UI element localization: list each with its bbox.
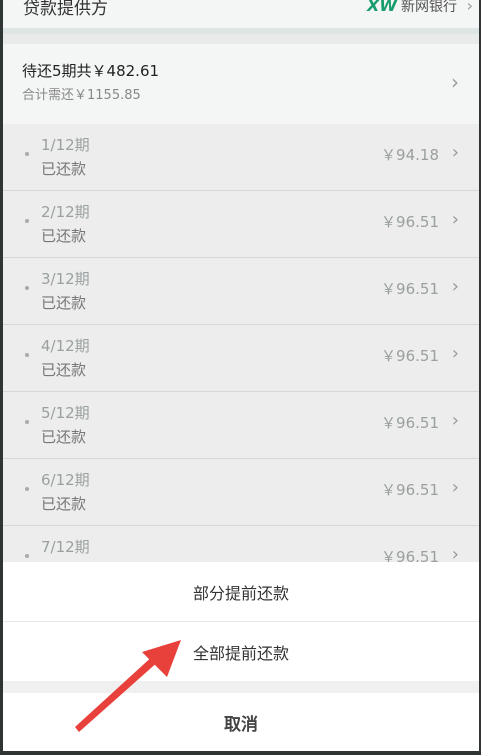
installment-list: 1/12期 已还款 ￥94.18 › 2/12期 已还款 ￥96.51 › 3/… [3, 124, 479, 593]
repayment-summary[interactable]: 待还5期共￥482.61 合计需还￥1155.85 › [3, 44, 479, 125]
bullet-dot-icon [25, 219, 29, 223]
installment-row[interactable]: 3/12期 已还款 ￥96.51 › [3, 258, 479, 325]
left-edge [0, 0, 3, 755]
installment-status: 已还款 [41, 294, 87, 312]
installment-period: 4/12期 [41, 337, 90, 355]
installment-row[interactable]: 5/12期 已还款 ￥96.51 › [3, 392, 479, 459]
installment-amount: ￥96.51 [381, 481, 439, 499]
chevron-right-icon: › [451, 343, 459, 364]
installment-period: 3/12期 [41, 270, 90, 288]
installment-status: 已还款 [41, 361, 87, 379]
bullet-dot-icon [25, 554, 29, 558]
loan-provider-row[interactable]: 贷款提供方 XW 新网银行 › [3, 0, 479, 34]
installment-status: 已还款 [41, 227, 87, 245]
installment-status: 已还款 [41, 495, 87, 513]
installment-row[interactable]: 1/12期 已还款 ￥94.18 › [3, 124, 479, 191]
bullet-dot-icon [25, 487, 29, 491]
full-early-repayment-button[interactable]: 全部提前还款 [3, 622, 479, 681]
installment-period: 6/12期 [41, 471, 90, 489]
xinwang-bank-logo: XW [367, 0, 397, 15]
bullet-dot-icon [25, 152, 29, 156]
installment-row[interactable]: 4/12期 已还款 ￥96.51 › [3, 325, 479, 392]
provider-label: 贷款提供方 [23, 0, 108, 19]
provider-name: 新网银行 [401, 0, 457, 15]
installment-amount: ￥96.51 [381, 280, 439, 298]
chevron-right-icon: › [451, 276, 459, 297]
installment-period: 5/12期 [41, 404, 90, 422]
installment-period: 2/12期 [41, 203, 90, 221]
bullet-dot-icon [25, 353, 29, 357]
installment-period: 1/12期 [41, 136, 90, 154]
cancel-button[interactable]: 取消 [3, 693, 479, 751]
chevron-right-icon: › [451, 70, 459, 94]
sheet-divider [3, 681, 479, 693]
chevron-right-icon: › [466, 0, 473, 15]
installment-amount: ￥96.51 [381, 414, 439, 432]
bullet-dot-icon [25, 420, 29, 424]
installment-amount: ￥94.18 [381, 146, 439, 164]
chevron-right-icon: › [451, 410, 459, 431]
app-screen: 贷款提供方 XW 新网银行 › 待还5期共￥482.61 合计需还￥1155.85… [0, 0, 481, 755]
installment-status: 已还款 [41, 160, 87, 178]
installment-row[interactable]: 6/12期 已还款 ￥96.51 › [3, 459, 479, 526]
early-repayment-action-sheet: 部分提前还款 全部提前还款 取消 [0, 562, 481, 751]
chevron-right-icon: › [451, 209, 459, 230]
bottom-edge [0, 751, 481, 755]
installment-period: 7/12期 [41, 538, 90, 556]
grand-total: 合计需还￥1155.85 [22, 88, 141, 103]
chevron-right-icon: › [451, 477, 459, 498]
pending-total: 待还5期共￥482.61 [22, 62, 160, 80]
bullet-dot-icon [25, 286, 29, 290]
installment-row[interactable]: 2/12期 已还款 ￥96.51 › [3, 191, 479, 258]
partial-early-repayment-button[interactable]: 部分提前还款 [3, 562, 479, 622]
installment-amount: ￥96.51 [381, 213, 439, 231]
installment-amount: ￥96.51 [381, 347, 439, 365]
provider-value: XW 新网银行 [367, 0, 457, 16]
chevron-right-icon: › [451, 142, 459, 163]
installment-status: 已还款 [41, 428, 87, 446]
